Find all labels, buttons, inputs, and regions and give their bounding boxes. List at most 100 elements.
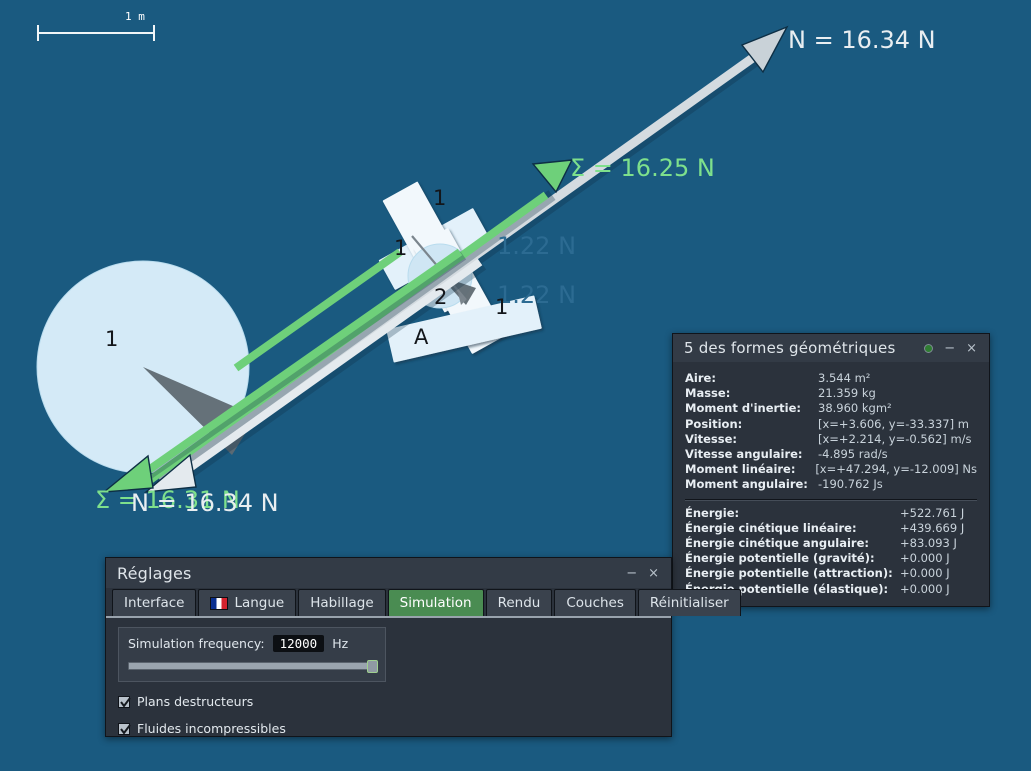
settings-dialog[interactable]: Réglages − × Interface Langue Habillage …	[105, 557, 741, 737]
info-key: Moment linéaire:	[685, 462, 796, 477]
settings-tabs: Interface Langue Habillage Simulation Re…	[106, 588, 741, 618]
simulation-canvas[interactable]: 1 m N = 16.34 N Σ = 16.25 N 1.22 N 1.22 …	[0, 0, 1031, 771]
shape-label-small-circle: 2	[434, 285, 448, 309]
tab-label: Habillage	[310, 595, 374, 611]
settings-title: Réglages	[117, 563, 192, 583]
french-flag-icon	[210, 596, 229, 610]
tab-interface[interactable]: Interface	[112, 589, 197, 616]
scale-bar-line	[37, 32, 155, 34]
minimize-icon[interactable]: −	[944, 342, 955, 355]
info-row: Vitesse: [x=+2.214, y=-0.562] m/s	[685, 432, 977, 447]
shape-label-rect-upper: 1	[433, 186, 447, 210]
vector-label-faint-upper: 1.22 N	[497, 232, 577, 260]
vector-label-normal-top: N = 16.34 N	[788, 26, 936, 54]
slider-track[interactable]	[128, 662, 376, 670]
info-row: Aire: 3.544 m²	[685, 371, 977, 386]
tab-label: Langue	[234, 595, 285, 611]
info-row: Moment angulaire: -190.762 Js	[685, 477, 977, 492]
vector-label-normal-bottom: N = 16.34 N	[131, 489, 279, 517]
info-properties-group: Aire: 3.544 m² Masse: 21.359 kg Moment d…	[685, 371, 977, 493]
tab-langue[interactable]: Langue	[198, 589, 297, 616]
simulation-frequency-unit: Hz	[332, 636, 349, 651]
info-value: 38.960 kgm²	[818, 401, 892, 416]
tab-rendu[interactable]: Rendu	[485, 589, 553, 616]
tab-simulation[interactable]: Simulation	[387, 589, 484, 616]
simulation-frequency-value[interactable]: 12000	[272, 635, 325, 652]
close-icon[interactable]: ×	[648, 567, 659, 580]
scale-bar-label: 1 m	[125, 10, 145, 23]
tab-label: Simulation	[399, 595, 472, 611]
info-value: +83.093 J	[900, 536, 957, 551]
simulation-frequency-row: Simulation frequency: 12000 Hz	[128, 635, 376, 652]
checkbox-label: Plans destructeurs	[137, 694, 254, 709]
info-key: Aire:	[685, 371, 716, 385]
info-key: Énergie:	[685, 505, 740, 520]
tab-label: Interface	[124, 595, 185, 611]
info-panel-window-buttons: − ×	[924, 342, 981, 355]
slider-handle[interactable]	[367, 660, 378, 673]
info-value: +0.000 J	[900, 551, 950, 566]
vector-label-faint-lower: 1.22 N	[497, 281, 577, 309]
info-row: Masse: 21.359 kg	[685, 386, 977, 401]
simulation-frequency-group: Simulation frequency: 12000 Hz	[118, 627, 386, 682]
shape-label-big-circle: 1	[105, 327, 119, 351]
tab-habillage[interactable]: Habillage	[298, 589, 386, 616]
shape-label-rect-left: 1	[394, 236, 408, 260]
info-value: -4.895 rad/s	[818, 447, 888, 462]
info-panel-title: 5 des formes géométriques	[684, 339, 896, 357]
settings-content: Simulation frequency: 12000 Hz Plans des…	[106, 618, 671, 745]
info-key: Moment d'inertie:	[685, 401, 802, 416]
checkbox-checked-icon[interactable]	[118, 722, 131, 735]
simulation-frequency-label: Simulation frequency:	[128, 636, 265, 651]
scale-bar: 1 m	[37, 10, 155, 41]
tab-couches[interactable]: Couches	[554, 589, 636, 616]
tab-label: Réinitialiser	[649, 595, 729, 611]
checkbox-plans-destructeurs[interactable]: Plans destructeurs	[118, 694, 659, 709]
tab-label: Couches	[566, 595, 624, 611]
info-key: Moment angulaire:	[685, 477, 808, 492]
settings-window-buttons: − ×	[626, 567, 663, 580]
pin-icon[interactable]	[924, 343, 934, 353]
info-value: +0.000 J	[900, 581, 950, 596]
tab-reinitialiser[interactable]: Réinitialiser	[637, 589, 741, 616]
info-row: Énergie: +522.761 J	[685, 506, 977, 521]
simulation-frequency-slider[interactable]	[128, 660, 378, 673]
info-value: +439.669 J	[900, 520, 965, 535]
info-row: Énergie cinétique linéaire: +439.669 J	[685, 521, 977, 536]
info-row: Énergie potentielle (gravité): +0.000 J	[685, 551, 977, 566]
info-panel-body: Aire: 3.544 m² Masse: 21.359 kg Moment d…	[673, 362, 989, 606]
info-value: -190.762 Js	[818, 477, 883, 492]
info-row: Énergie potentielle (attraction): +0.000…	[685, 566, 977, 581]
close-icon[interactable]: ×	[966, 342, 977, 355]
info-row: Vitesse angulaire: -4.895 rad/s	[685, 447, 977, 462]
object-info-panel[interactable]: 5 des formes géométriques − × Aire: 3.54…	[672, 333, 990, 607]
shape-label-rect-right: 1	[495, 295, 509, 319]
shape-label-rect-bottom: A	[414, 325, 429, 349]
settings-titlebar[interactable]: Réglages − ×	[106, 558, 671, 588]
info-key: Énergie potentielle (gravité):	[685, 551, 875, 566]
checkbox-label: Fluides incompressibles	[137, 721, 286, 736]
info-value: [x=+2.214, y=-0.562] m/s	[818, 431, 972, 446]
scale-bar-tick-right	[153, 25, 155, 41]
info-row: Position: [x=+3.606, y=-33.337] m	[685, 417, 977, 432]
vector-label-sum-top: Σ = 16.25 N	[570, 154, 715, 182]
info-key: Masse:	[685, 386, 731, 401]
info-key: Vitesse:	[685, 431, 738, 446]
info-row: Moment linéaire: [x=+47.294, y=-12.009] …	[685, 462, 977, 477]
tab-label: Rendu	[497, 595, 541, 611]
info-row: Moment d'inertie: 38.960 kgm²	[685, 401, 977, 416]
info-value: 21.359 kg	[818, 386, 876, 401]
minimize-icon[interactable]: −	[626, 567, 637, 580]
info-value: +0.000 J	[900, 566, 950, 581]
info-value: +522.761 J	[900, 505, 965, 520]
info-value: [x=+3.606, y=-33.337] m	[818, 416, 969, 431]
info-key: Position:	[685, 416, 743, 431]
checkbox-fluides-incompressibles[interactable]: Fluides incompressibles	[118, 721, 659, 736]
info-key: Vitesse angulaire:	[685, 447, 803, 462]
info-panel-titlebar[interactable]: 5 des formes géométriques − ×	[673, 334, 989, 362]
info-energies-group: Énergie: +522.761 J Énergie cinétique li…	[685, 501, 977, 602]
info-row: Énergie cinétique angulaire: +83.093 J	[685, 536, 977, 551]
info-value: [x=+47.294, y=-12.009] Ns	[815, 462, 977, 477]
info-key: Énergie cinétique linéaire:	[685, 520, 857, 535]
checkbox-checked-icon[interactable]	[118, 695, 131, 708]
